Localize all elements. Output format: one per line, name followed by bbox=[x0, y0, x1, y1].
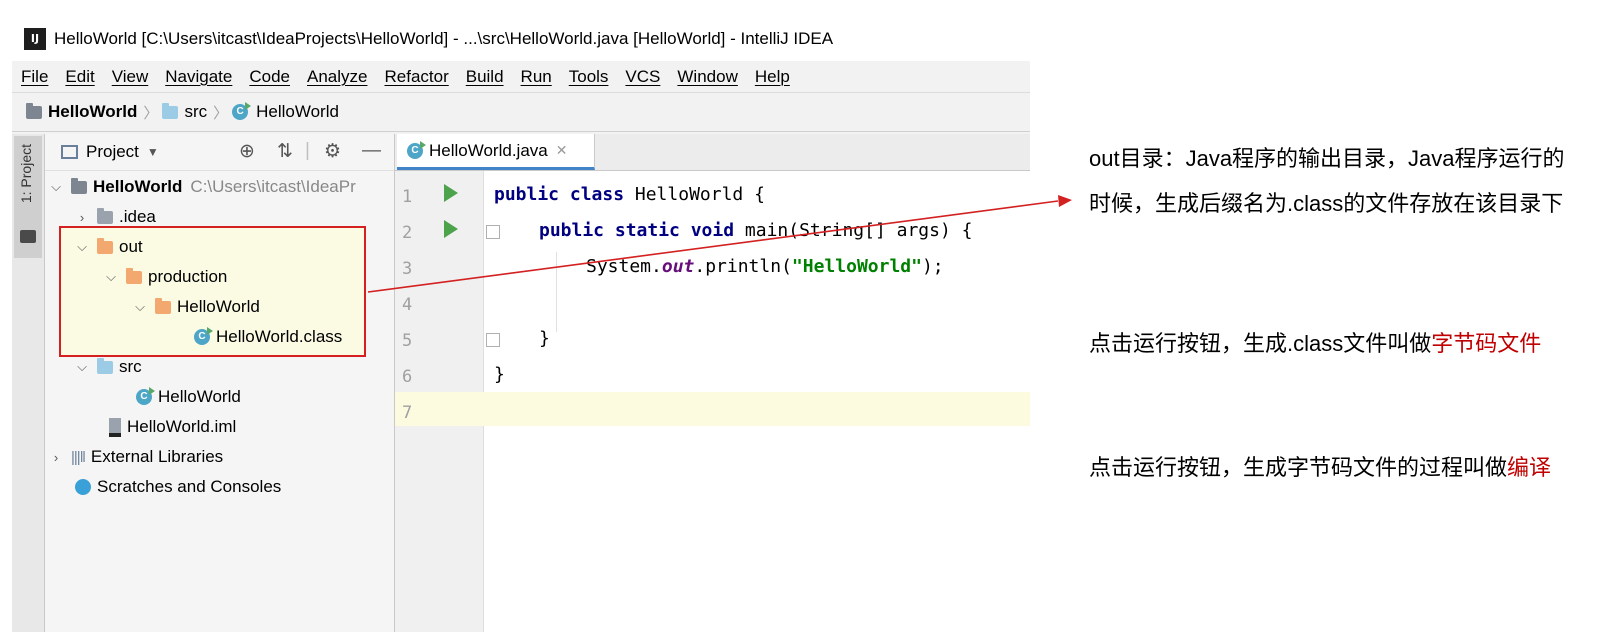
annotation-bytecode: 点击运行按钮，生成.class文件叫做字节码文件 bbox=[1089, 331, 1542, 356]
annotation-out-directory: out目录：Java程序的输出目录，Java程序运行的时候，生成后缀名为.cla… bbox=[1089, 146, 1565, 216]
annotation-compile: 点击运行按钮，生成字节码文件的过程叫做编译 bbox=[1089, 455, 1552, 480]
callout-arrow bbox=[367, 195, 1072, 293]
